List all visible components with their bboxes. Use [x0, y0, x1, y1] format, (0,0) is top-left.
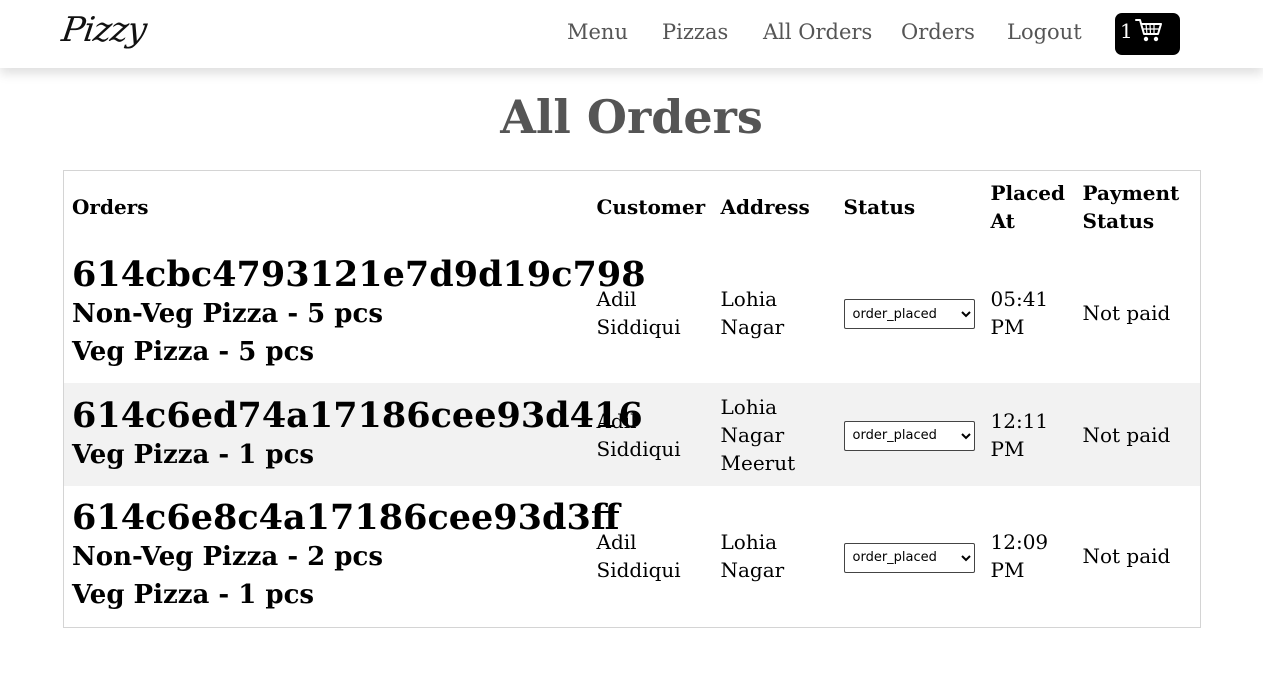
brand-logo[interactable]: Pizzy	[59, 10, 148, 50]
cart-button[interactable]: 1	[1115, 13, 1180, 55]
page-title: All Orders	[500, 90, 763, 144]
order-id-link[interactable]: 614cbc4793121e7d9d19c798	[72, 255, 646, 295]
order-cell: 614cbc4793121e7d9d19c798 Non-Veg Pizza -…	[64, 243, 646, 383]
shopping-cart-icon	[1135, 19, 1162, 42]
table-row: 614c6e8c4a17186cee93d3ff Non-Veg Pizza -…	[64, 486, 1201, 627]
status-cell: order_placed	[836, 486, 983, 627]
table-row: 614cbc4793121e7d9d19c798 Non-Veg Pizza -…	[64, 243, 1201, 383]
status-select[interactable]: order_placed	[843, 420, 975, 451]
payment-status-cell: Not paid	[1082, 422, 1171, 447]
order-id-link[interactable]: 614c6e8c4a17186cee93d3ff	[72, 498, 620, 538]
placed-at-cell: 05:41 PM	[990, 287, 1049, 339]
nav-link-pizzas[interactable]: Pizzas	[662, 20, 728, 44]
payment-status-cell: Not paid	[1082, 544, 1171, 569]
column-header-payment-status: Payment Status	[1082, 181, 1180, 233]
placed-at-cell: 12:11 PM	[990, 408, 1049, 461]
cart-count-badge: 1	[1120, 19, 1133, 43]
address-cell: Lohia Nagar	[720, 287, 785, 339]
column-header-placed-at: Placed At	[990, 181, 1065, 233]
nav-link-menu[interactable]: Menu	[567, 20, 628, 44]
order-item: Non-Veg Pizza - 2 pcs	[72, 542, 383, 573]
order-item: Veg Pizza - 5 pcs	[72, 337, 315, 367]
table-row: 614c6ed74a17186cee93d416 Veg Pizza - 1 p…	[63, 383, 1201, 486]
status-cell: order_placed	[836, 243, 983, 383]
order-item: Non-Veg Pizza - 5 pcs	[72, 299, 383, 329]
payment-status-cell: Not paid	[1082, 301, 1171, 325]
nav-link-all-orders[interactable]: All Orders	[763, 20, 872, 44]
column-header-customer: Customer	[596, 195, 706, 219]
nav-link-logout[interactable]: Logout	[1007, 20, 1082, 44]
column-header-address: Address	[720, 195, 810, 219]
orders-table: Orders Customer Address Status Placed At…	[63, 170, 1201, 628]
order-id-link[interactable]: 614c6ed74a17186cee93d416	[72, 395, 643, 436]
column-header-orders: Orders	[72, 195, 149, 219]
status-cell: order_placed	[836, 383, 983, 486]
status-select[interactable]: order_placed	[843, 542, 975, 573]
order-item: Veg Pizza - 1 pcs	[72, 580, 315, 611]
nav-link-orders[interactable]: Orders	[901, 20, 975, 44]
order-item: Veg Pizza - 1 pcs	[72, 439, 315, 470]
status-select[interactable]: order_placed	[843, 299, 975, 330]
column-header-status: Status	[843, 195, 916, 219]
top-navbar: Pizzy Menu Pizzas All Orders Orders Logo…	[0, 0, 1263, 68]
order-cell: 614c6e8c4a17186cee93d3ff Non-Veg Pizza -…	[64, 486, 620, 627]
table-header-row: Orders Customer Address Status Placed At…	[64, 171, 1201, 244]
address-cell: Lohia Nagar	[720, 530, 785, 583]
placed-at-cell: 12:09 PM	[990, 530, 1049, 583]
address-cell: Lohia Nagar Meerut	[720, 394, 796, 475]
order-cell: 614c6ed74a17186cee93d416 Veg Pizza - 1 p…	[64, 383, 643, 486]
